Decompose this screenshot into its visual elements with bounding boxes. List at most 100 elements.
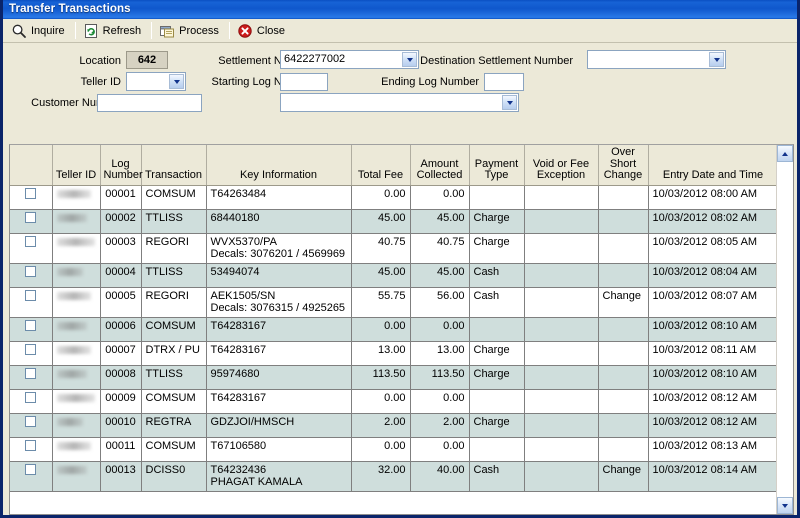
cell-total-fee: 40.75 [351, 233, 411, 264]
column-header-amount-collected[interactable]: Amount Collected [410, 145, 470, 186]
cell-key-information: T67106580 [206, 437, 352, 462]
cell-over-short-change [598, 341, 649, 366]
cell-void-or-fee-exception [524, 185, 599, 210]
redacted-teller-id [56, 213, 87, 222]
row-select-cell[interactable] [10, 413, 53, 438]
row-checkbox[interactable] [25, 320, 37, 332]
row-select-cell[interactable] [10, 209, 53, 234]
table-row[interactable]: 00011 COMSUM T67106580 0.00 0.00 10/03/2012 0… [10, 437, 776, 462]
cell-transaction: COMSUM [141, 185, 207, 210]
redacted-teller-id [56, 321, 87, 330]
inquire-button[interactable]: Inquire [6, 20, 73, 41]
column-header-over-short-change[interactable]: Over Short Change [598, 145, 649, 186]
row-checkbox[interactable] [25, 344, 37, 356]
row-checkbox[interactable] [25, 236, 37, 248]
table-row[interactable]: 00007 DTRX / PU T64283167 13.00 13.00 Charge 1… [10, 341, 776, 366]
cell-amount-collected: 0.00 [410, 317, 470, 342]
cell-amount-collected: 40.75 [410, 233, 470, 264]
close-button-label: Close [256, 24, 286, 37]
process-button[interactable]: Process [154, 20, 227, 41]
row-select-cell[interactable] [10, 461, 53, 492]
column-header-payment-type[interactable]: Payment Type [469, 145, 525, 186]
table-row[interactable]: 00001 COMSUM T64263484 0.00 0.00 10/03/2012 0… [10, 185, 776, 210]
transactions-grid: Teller ID Log Number Transaction Key Inf… [9, 144, 794, 515]
column-header-log-number[interactable]: Log Number [100, 145, 143, 186]
row-checkbox[interactable] [25, 290, 37, 302]
column-header-select[interactable] [10, 145, 53, 186]
cell-payment-type: Charge [469, 233, 525, 264]
row-checkbox[interactable] [25, 392, 37, 404]
scroll-down-arrow-icon[interactable] [777, 497, 793, 514]
row-checkbox[interactable] [25, 440, 37, 452]
cell-teller-id [52, 341, 101, 366]
cell-transaction: REGORI [141, 287, 207, 318]
table-row[interactable]: 00005 REGORI AEK1505/SN Decals: 3076315 / … [10, 287, 776, 318]
scrollbar-track[interactable] [777, 162, 793, 497]
chevron-down-icon[interactable] [709, 52, 724, 67]
row-checkbox[interactable] [25, 212, 37, 224]
table-row[interactable]: 00008 TTLISS 95974680 113.50 113.50 Charge 10/… [10, 365, 776, 390]
cell-key-information: T64232436 PHAGAT KAMALA [206, 461, 352, 492]
ending-log-number-input[interactable] [484, 73, 524, 91]
cell-entry-date-and-time: 10/03/2012 08:13 AM [648, 437, 776, 462]
column-header-void-or-fee-exception[interactable]: Void or Fee Exception [524, 145, 599, 186]
column-header-transaction[interactable]: Transaction [141, 145, 207, 186]
row-select-cell[interactable] [10, 185, 53, 210]
cell-payment-type: Cash [469, 461, 525, 492]
table-row[interactable]: 00003 REGORI WVX5370/PA Decals: 3076201 / … [10, 233, 776, 264]
table-row[interactable]: 00009 COMSUM T64283167 0.00 0.00 10/03/2012 0… [10, 389, 776, 414]
row-select-cell[interactable] [10, 389, 53, 414]
scroll-up-arrow-icon[interactable] [777, 145, 793, 162]
row-checkbox[interactable] [25, 266, 37, 278]
row-checkbox[interactable] [25, 464, 37, 476]
table-row[interactable]: 00013 DCISS0 T64232436 PHAGAT KAMALA 32.00 4… [10, 461, 776, 492]
row-select-cell[interactable] [10, 317, 53, 342]
cell-entry-date-and-time: 10/03/2012 08:00 AM [648, 185, 776, 210]
refresh-button[interactable]: Refresh [78, 20, 150, 41]
vertical-scrollbar[interactable] [776, 145, 793, 514]
table-row[interactable]: 00006 COMSUM T64283167 0.00 0.00 10/03/2012 0… [10, 317, 776, 342]
close-button[interactable]: Close [232, 20, 293, 41]
chevron-down-icon[interactable] [502, 95, 517, 110]
cell-key-information: WVX5370/PA Decals: 3076201 / 4569969 [206, 233, 352, 264]
cell-entry-date-and-time: 10/03/2012 08:07 AM [648, 287, 776, 318]
cell-total-fee: 0.00 [351, 317, 411, 342]
row-select-cell[interactable] [10, 437, 53, 462]
cell-payment-type: Charge [469, 365, 525, 390]
table-row[interactable]: 00010 REGTRA GDZJOI/HMSCH 2.00 2.00 Charge 10/… [10, 413, 776, 438]
refresh-button-label: Refresh [102, 24, 142, 37]
row-checkbox[interactable] [25, 416, 37, 428]
table-row[interactable]: 00004 TTLISS 53494074 45.00 45.00 Cash 10/03/2… [10, 263, 776, 288]
cell-over-short-change [598, 317, 649, 342]
cell-entry-date-and-time: 10/03/2012 08:12 AM [648, 389, 776, 414]
cell-payment-type [469, 317, 525, 342]
row-select-cell[interactable] [10, 233, 53, 264]
row-select-cell[interactable] [10, 287, 53, 318]
cell-entry-date-and-time: 10/03/2012 08:05 AM [648, 233, 776, 264]
cell-teller-id [52, 461, 101, 492]
row-checkbox[interactable] [25, 188, 37, 200]
row-checkbox[interactable] [25, 368, 37, 380]
cell-entry-date-and-time: 10/03/2012 08:12 AM [648, 413, 776, 438]
row-select-cell[interactable] [10, 365, 53, 390]
column-header-entry-date-and-time[interactable]: Entry Date and Time [648, 145, 776, 186]
redacted-teller-id [56, 237, 95, 246]
column-header-total-fee[interactable]: Total Fee [351, 145, 411, 186]
cell-key-information: T64263484 [206, 185, 352, 210]
cell-teller-id [52, 287, 101, 318]
cell-void-or-fee-exception [524, 287, 599, 318]
starting-log-number-input[interactable] [280, 73, 328, 91]
column-header-teller-id[interactable]: Teller ID [52, 145, 101, 186]
cell-key-information: T64283167 [206, 341, 352, 366]
cell-void-or-fee-exception [524, 263, 599, 288]
class-select[interactable] [280, 93, 519, 112]
table-row[interactable]: 00002 TTLISS 68440180 45.00 45.00 Charge 10/03… [10, 209, 776, 234]
column-header-key-information[interactable]: Key Information [206, 145, 352, 186]
cell-void-or-fee-exception [524, 461, 599, 492]
cell-transaction: COMSUM [141, 437, 207, 462]
row-select-cell[interactable] [10, 341, 53, 366]
process-button-label: Process [179, 24, 219, 37]
cell-payment-type: Charge [469, 341, 525, 366]
row-select-cell[interactable] [10, 263, 53, 288]
destination-settlement-number-select[interactable] [587, 50, 726, 69]
